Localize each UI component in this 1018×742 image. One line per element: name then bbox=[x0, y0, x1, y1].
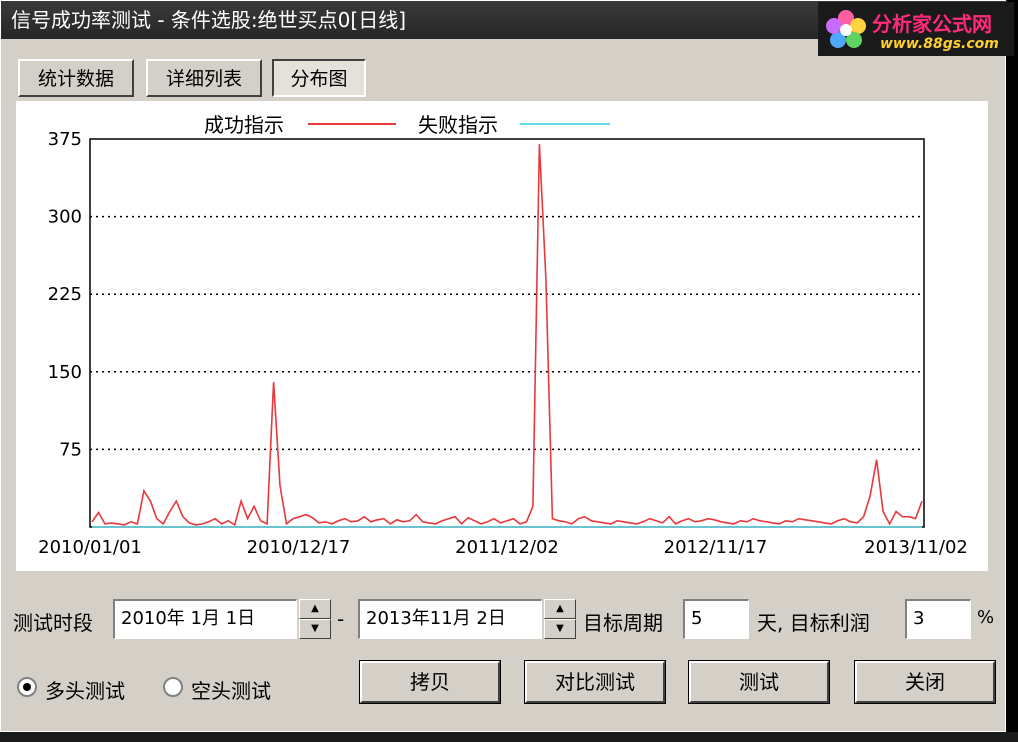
chart-plot: 375 300 225 150 75 2010/01/01 2010/12/17 2011/… bbox=[38, 129, 968, 558]
target-profit-label: 天, 目标利润 bbox=[757, 611, 870, 635]
spin-up-icon[interactable]: ▲ bbox=[299, 599, 331, 619]
spin-down-icon[interactable]: ▼ bbox=[544, 619, 576, 639]
tab-statistics[interactable]: 统计数据 bbox=[18, 59, 134, 97]
long-test-radio[interactable] bbox=[17, 677, 37, 697]
y-axis: 375 300 225 150 75 bbox=[48, 129, 82, 460]
x-tick-label: 2010/01/01 bbox=[38, 537, 142, 558]
x-tick-label: 2011/12/02 bbox=[455, 537, 559, 558]
target-profit-input[interactable]: 3 bbox=[905, 599, 971, 639]
x-tick-label: 2012/11/17 bbox=[664, 537, 768, 558]
period-label: 测试时段 bbox=[13, 611, 93, 635]
end-date-field[interactable]: 2013年11月 2日 bbox=[358, 599, 542, 639]
x-tick-label: 2010/12/17 bbox=[247, 537, 351, 558]
y-tick-label: 300 bbox=[48, 207, 82, 228]
close-button[interactable]: 关闭 bbox=[854, 660, 996, 704]
distribution-chart: 成功指示 失败指示 375 300 225 150 75 2010/01/01 2010/… bbox=[16, 101, 988, 571]
y-tick-label: 75 bbox=[59, 439, 82, 460]
start-date-spinner[interactable]: ▲ ▼ bbox=[299, 599, 331, 639]
short-test-radio[interactable] bbox=[163, 677, 183, 697]
compare-test-button[interactable]: 对比测试 bbox=[524, 660, 666, 704]
copy-button[interactable]: 拷贝 bbox=[359, 660, 501, 704]
spin-up-icon[interactable]: ▲ bbox=[544, 599, 576, 619]
percent-sign: % bbox=[977, 607, 995, 628]
y-tick-label: 150 bbox=[48, 362, 82, 383]
y-tick-label: 225 bbox=[48, 284, 82, 305]
watermark-brand: 分析家公式网 bbox=[872, 12, 992, 36]
background-strip bbox=[0, 732, 1018, 742]
spin-down-icon[interactable]: ▼ bbox=[299, 619, 331, 639]
plot-frame bbox=[89, 138, 925, 528]
watermark-logo: 分析家公式网 www.88gs.com bbox=[818, 2, 1014, 56]
date-range-dash: - bbox=[337, 607, 345, 631]
signal-test-window: 信号成功率测试 - 条件选股:绝世买点0[日线] 统计数据 详细列表 分布图 成… bbox=[0, 0, 1007, 732]
long-test-label[interactable]: 多头测试 bbox=[45, 675, 125, 704]
tab-detail-list[interactable]: 详细列表 bbox=[146, 59, 262, 97]
flower-logo-icon bbox=[826, 10, 866, 48]
target-period-input[interactable]: 5 bbox=[683, 599, 749, 639]
x-tick-label: 2013/11/02 bbox=[864, 537, 968, 558]
target-period-label: 目标周期 bbox=[583, 611, 663, 635]
short-test-label[interactable]: 空头测试 bbox=[191, 675, 271, 704]
watermark-url: www.88gs.com bbox=[880, 36, 999, 52]
test-button[interactable]: 测试 bbox=[688, 660, 830, 704]
end-date-spinner[interactable]: ▲ ▼ bbox=[544, 599, 576, 639]
y-tick-label: 375 bbox=[48, 129, 82, 150]
x-axis: 2010/01/01 2010/12/17 2011/12/02 2012/11/17… bbox=[38, 537, 968, 558]
tab-distribution[interactable]: 分布图 bbox=[272, 59, 366, 97]
start-date-field[interactable]: 2010年 1月 1日 bbox=[113, 599, 297, 639]
